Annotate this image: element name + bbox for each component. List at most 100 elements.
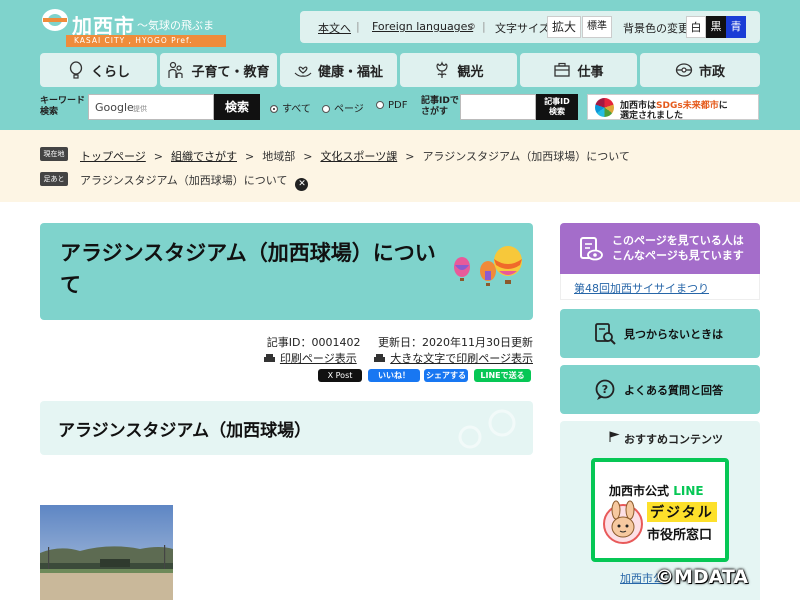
section-heading-box: アラジンスタジアム（加西球場） [40, 401, 533, 455]
family-icon [168, 61, 184, 78]
briefcase-icon [554, 62, 571, 77]
print-page-link[interactable]: 印刷ページ表示 [263, 352, 357, 365]
close-icon[interactable]: ✕ [295, 178, 309, 191]
breadcrumb-separator: > [245, 150, 255, 163]
keyword-search-input[interactable]: Google 提供 [88, 94, 214, 120]
article-id-search-label: 記事IDで さがす [421, 96, 459, 117]
history-tag: 足あと [40, 172, 68, 186]
breadcrumb: トップページ > 組織でさがす > 地域部 > 文化スポーツ課 > アラジンスタジアム（加西球場… [80, 148, 630, 164]
printer-icon [263, 354, 275, 362]
recommended-title: おすすめコンテンツ [624, 433, 723, 446]
sdgs-text-line2: 選定されました [620, 111, 684, 121]
faq-button[interactable]: ? よくある質問と回答 [560, 365, 760, 414]
radio-all[interactable]: すべて [270, 100, 311, 115]
radio-dot [376, 101, 384, 109]
rabbit-mascot-icon [603, 500, 643, 544]
page-title-box: アラジンスタジアム（加西球場）について [40, 223, 533, 320]
search-button[interactable]: 検索 [214, 94, 260, 120]
nav-shisei[interactable]: 市政 [640, 53, 760, 87]
line-banner-title: 加西市公式 LINE [609, 484, 704, 498]
bg-white-button[interactable]: 白 [686, 16, 706, 38]
related-page-link[interactable]: 第48回加西サイサイまつり [574, 280, 709, 296]
x-post-button[interactable]: X Post [318, 369, 362, 382]
nav-label: 健康・福祉 [317, 64, 383, 80]
related-pages-header: このページを見ている人は こんなページも見ています [560, 223, 760, 274]
flag-icon [609, 431, 620, 442]
bg-black-button[interactable]: 黒 [706, 16, 726, 38]
site-logo[interactable]: 加西市 〜気球の飛ぶまち〜 KASAI CITY , HYOGO Pref. [40, 8, 230, 48]
nav-label: 市政 [698, 64, 725, 80]
page-title: アラジンスタジアム（加西球場）について [60, 241, 436, 297]
facebook-share-button[interactable]: シェアする [424, 369, 468, 382]
line-banner-office: 市役所窓口 [647, 528, 713, 543]
large-print-page-link[interactable]: 大きな文字で印刷ページ表示 [374, 352, 533, 365]
nav-shigoto[interactable]: 仕事 [520, 53, 637, 87]
nav-label: 子育て・教育 [191, 64, 270, 80]
question-bubble-icon: ? [595, 379, 615, 400]
line-banner-digital: デジタル [647, 502, 717, 522]
search-row: キーワード 検索 Google 提供 検索 すべて ページ PDF 記事IDで … [0, 94, 800, 122]
breadcrumb-section[interactable]: 文化スポーツ課 [320, 150, 397, 163]
font-size-label: 文字サイズ [495, 22, 550, 35]
hot-air-balloons-icon [454, 246, 522, 286]
logo-mark-icon [42, 9, 68, 31]
breadcrumb-organization[interactable]: 組織でさがす [171, 150, 237, 163]
radio-pdf[interactable]: PDF [376, 100, 407, 111]
current-location-tag: 現在地 [40, 147, 68, 161]
article-id-input[interactable] [460, 94, 536, 120]
nav-label: 観光 [457, 64, 484, 80]
balloon-icon [69, 61, 83, 79]
print-links: 印刷ページ表示 大きな文字で印刷ページ表示 [250, 350, 533, 366]
article-id-search-button[interactable]: 記事ID 検索 [536, 94, 578, 120]
printer-icon [374, 354, 386, 362]
related-pages-list: 第48回加西サイサイまつり [560, 274, 760, 300]
foreign-languages-link[interactable]: Foreign languages [372, 20, 473, 33]
article-id: 記事ID：0001402 [266, 336, 361, 349]
nav-kanko[interactable]: 観光 [400, 53, 517, 87]
breadcrumb-current: アラジンスタジアム（加西球場）について [422, 150, 630, 163]
logo-english-bar: KASAI CITY , HYOGO Pref. [66, 35, 226, 47]
external-link-icon: ⊘ [468, 22, 476, 32]
breadcrumb-area: 現在地 トップページ > 組織でさがす > 地域部 > 文化スポーツ課 > アラジンスタジアム（… [0, 130, 800, 202]
breadcrumb-separator: > [303, 150, 313, 163]
svg-text:?: ? [602, 383, 608, 396]
facebook-like-button[interactable]: いいね！ [368, 369, 420, 382]
divider: | [482, 20, 486, 33]
history-item[interactable]: アラジンスタジアム（加西球場）について [80, 174, 287, 187]
not-found-button[interactable]: 見つからないときは [560, 309, 760, 358]
city-hall-icon [675, 63, 693, 77]
nav-kenko[interactable]: 健康・福祉 [280, 53, 397, 87]
breadcrumb-separator: > [153, 150, 163, 163]
bg-blue-button[interactable]: 青 [726, 16, 746, 38]
radio-dot [270, 105, 278, 113]
radio-page[interactable]: ページ [322, 100, 364, 115]
font-size-large-button[interactable]: 拡大 [547, 16, 582, 38]
breadcrumb-separator: > [405, 150, 415, 163]
background-color-label: 背景色の変更 [623, 22, 689, 35]
line-digital-office-banner[interactable]: 加西市公式 LINE デジタル 市役所窓口 [591, 458, 729, 562]
breadcrumb-top[interactable]: トップページ [80, 150, 146, 163]
radio-dot [322, 105, 330, 113]
line-send-button[interactable]: LINEで送る [474, 369, 531, 382]
sdgs-banner[interactable]: 加西市はSDGs未来都市に 選定されました [587, 94, 759, 121]
copyright-watermark: ©MDATA [655, 566, 749, 588]
site-header: 加西市 〜気球の飛ぶまち〜 KASAI CITY , HYOGO Pref. 本… [0, 0, 800, 130]
flower-icon [436, 61, 449, 78]
nav-kosodate[interactable]: 子育て・教育 [160, 53, 277, 87]
document-search-icon [595, 323, 616, 345]
not-found-label: 見つからないときは [624, 328, 723, 341]
divider: | [356, 20, 360, 33]
breadcrumb-department: 地域部 [262, 150, 296, 163]
nav-kurashi[interactable]: くらし [40, 53, 157, 87]
faq-label: よくある質問と回答 [624, 384, 723, 397]
font-size-normal-button[interactable]: 標準 [582, 16, 612, 38]
updated-date: 更新日：2020年11月30日更新 [378, 336, 533, 349]
hands-heart-icon [294, 66, 312, 77]
document-eye-icon [580, 237, 603, 261]
skip-to-content-link[interactable]: 本文へ [318, 20, 351, 36]
keyword-search-label: キーワード 検索 [40, 96, 86, 117]
related-pages-title: このページを見ている人は こんなページも見ています [612, 234, 744, 262]
utility-bar: 本文へ | Foreign languages ⊘ | 文字サイズ 拡大 標準 … [300, 11, 760, 43]
nav-label: くらし [90, 64, 130, 80]
google-provided-label: 提供 [133, 105, 147, 113]
